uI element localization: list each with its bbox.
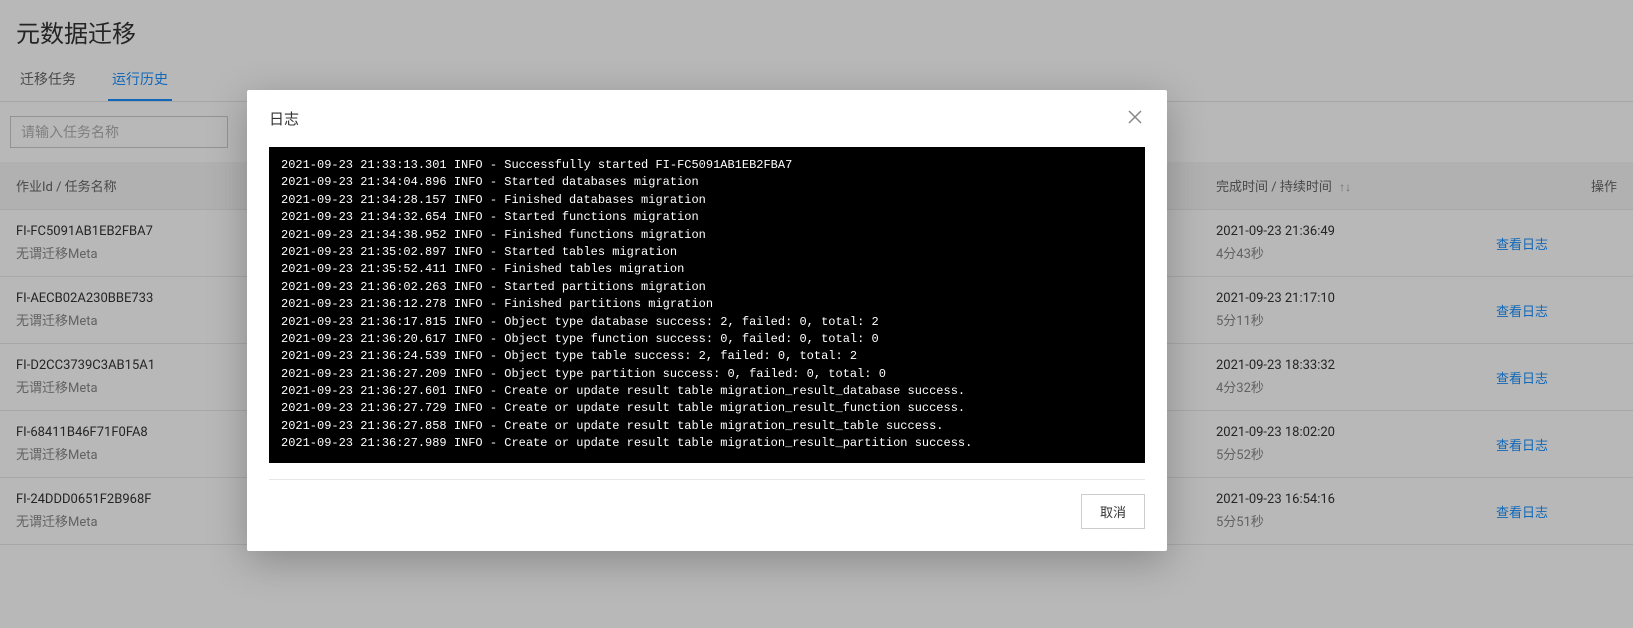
cancel-button[interactable]: 取消 [1081,494,1145,529]
close-button[interactable] [1125,109,1145,129]
close-icon [1128,111,1142,128]
log-modal: 日志 2021-09-23 21:33:13.301 INFO - Succes… [247,90,1167,551]
modal-footer: 取消 [247,480,1167,551]
modal-title: 日志 [269,108,299,129]
modal-header: 日志 [247,90,1167,139]
log-content[interactable]: 2021-09-23 21:33:13.301 INFO - Successfu… [269,147,1145,463]
